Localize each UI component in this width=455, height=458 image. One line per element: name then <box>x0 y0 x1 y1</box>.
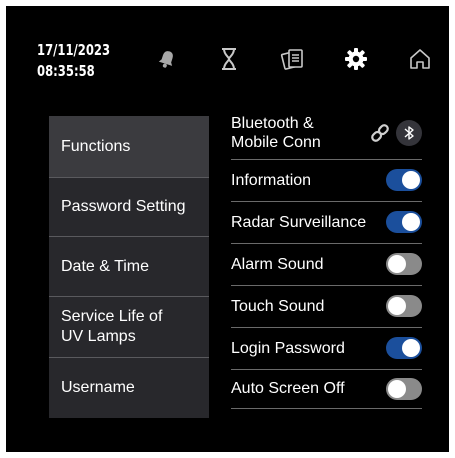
menu-item-label: Date & Time <box>61 257 150 275</box>
setting-label: Login Password <box>231 340 345 357</box>
datetime-display: 17/11/2023 08:35:58 <box>37 40 110 82</box>
setting-label: Alarm Sound <box>231 256 324 273</box>
menu-item-date-time[interactable]: Date & Time <box>49 237 209 296</box>
time-text: 08:35:58 <box>37 62 95 80</box>
gear-icon[interactable] <box>341 44 371 74</box>
toggle-knob <box>388 380 406 398</box>
device-screen: 17/11/2023 08:35:58 Functions Password S… <box>6 6 449 452</box>
menu-item-password-setting[interactable]: Password Setting <box>49 178 209 236</box>
radar-surveillance-toggle[interactable] <box>386 211 422 233</box>
setting-label: Information <box>231 172 312 189</box>
setting-row-radar-surveillance: Radar Surveillance <box>231 202 422 244</box>
toggle-knob <box>402 339 420 357</box>
menu-item-label: Username <box>61 379 135 396</box>
login-password-toggle[interactable] <box>386 337 422 359</box>
menu-item-label: Functions <box>61 137 131 155</box>
hourglass-icon[interactable] <box>214 44 244 74</box>
link-icon[interactable] <box>367 120 393 146</box>
documents-icon[interactable] <box>278 44 308 74</box>
setting-row-touch-sound: Touch Sound <box>231 286 422 328</box>
auto-screen-off-toggle[interactable] <box>386 378 422 400</box>
bell-icon[interactable] <box>152 44 182 74</box>
setting-row-bluetooth: Bluetooth & Mobile Conn <box>231 114 422 160</box>
date-text: 17/11/2023 <box>37 41 111 59</box>
toggle-knob <box>402 213 420 231</box>
menu-item-label: Service Life of UV Lamps <box>61 308 163 345</box>
touch-sound-toggle[interactable] <box>386 295 422 317</box>
setting-label: Radar Surveillance <box>231 214 367 231</box>
setting-row-information: Information <box>231 160 422 202</box>
setting-label: Bluetooth & Mobile Conn <box>231 115 321 151</box>
menu-item-username[interactable]: Username <box>49 358 209 418</box>
setting-label: Auto Screen Off <box>231 380 345 397</box>
setting-row-login-password: Login Password <box>231 328 422 370</box>
alarm-sound-toggle[interactable] <box>386 253 422 275</box>
toggle-knob <box>388 255 406 273</box>
setting-row-alarm-sound: Alarm Sound <box>231 244 422 286</box>
setting-row-auto-screen-off: Auto Screen Off <box>231 370 422 412</box>
toggle-knob <box>388 297 406 315</box>
setting-label: Touch Sound <box>231 298 325 315</box>
menu-item-functions[interactable]: Functions <box>49 116 209 177</box>
bluetooth-icon[interactable] <box>396 120 422 146</box>
toggle-knob <box>402 171 420 189</box>
home-icon[interactable] <box>405 44 435 74</box>
menu-item-uv-lamp-life[interactable]: Service Life of UV Lamps <box>49 297 209 357</box>
menu-item-label: Password Setting <box>61 198 186 215</box>
row-divider <box>231 408 422 409</box>
information-toggle[interactable] <box>386 169 422 191</box>
settings-menu: Functions Password Setting Date & Time S… <box>49 116 209 418</box>
